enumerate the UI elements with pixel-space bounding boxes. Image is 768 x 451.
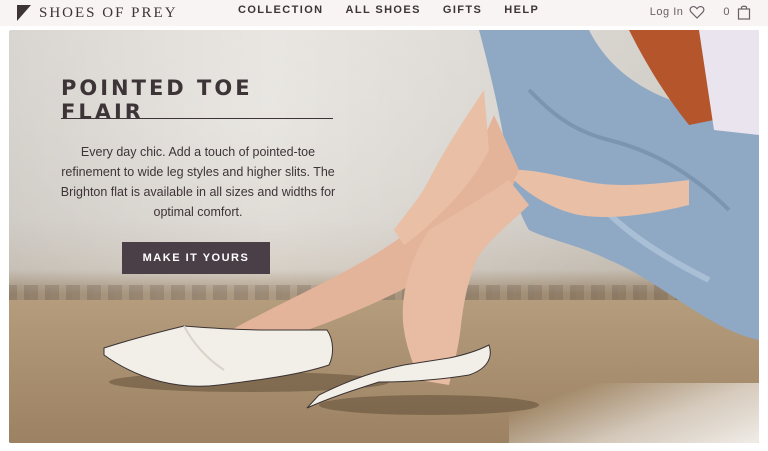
nav-item-help[interactable]: HELP	[504, 4, 539, 16]
hero-description: Every day chic. Add a touch of pointed-t…	[60, 145, 336, 219]
headline-divider	[61, 118, 333, 119]
make-it-yours-button[interactable]: MAKE IT YOURS	[122, 242, 270, 274]
shopping-bag-icon[interactable]	[736, 4, 752, 20]
nav-item-all-shoes[interactable]: ALL SHOES	[346, 4, 421, 16]
main-menu: COLLECTION ALL SHOES GIFTS HELP	[238, 0, 561, 20]
cart-count[interactable]: 0	[723, 6, 730, 18]
login-link[interactable]: Log In	[650, 6, 684, 18]
hero-banner: POINTED TOE FLAIR Every day chic. Add a …	[9, 30, 759, 443]
brand-name: SHOES OF PREY	[39, 4, 178, 21]
nav-item-gifts[interactable]: GIFTS	[443, 4, 482, 16]
top-navigation: SHOES OF PREY COLLECTION ALL SHOES GIFTS…	[0, 0, 768, 26]
hero-headline: POINTED TOE FLAIR	[61, 76, 253, 124]
nav-item-collection[interactable]: COLLECTION	[238, 4, 324, 16]
logo-mark-icon	[17, 5, 31, 21]
heart-icon[interactable]	[689, 4, 705, 20]
account-area: Log In 0	[650, 2, 752, 22]
brand-logo[interactable]: SHOES OF PREY	[17, 3, 178, 23]
